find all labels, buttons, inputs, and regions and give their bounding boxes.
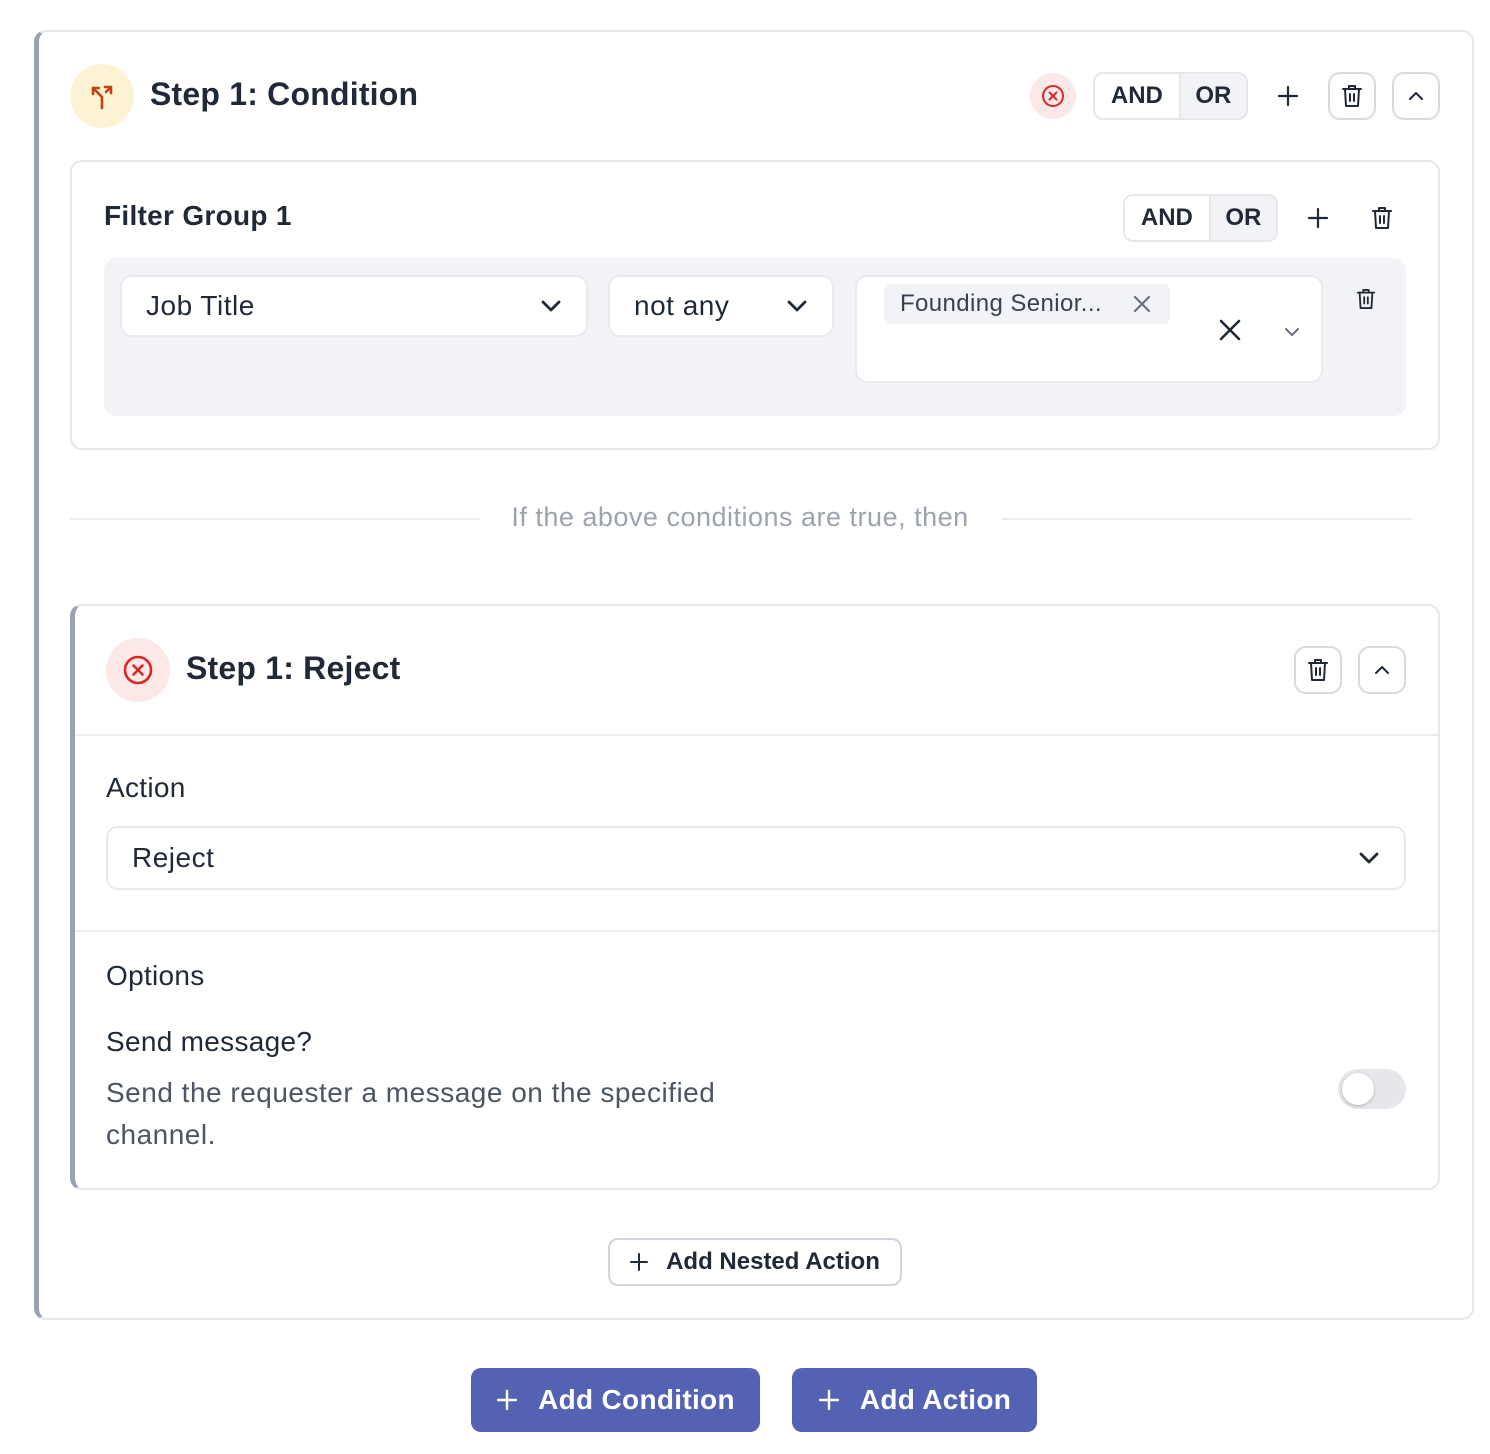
operator-select[interactable]: not any	[608, 275, 834, 337]
field-select-value: Job Title	[146, 290, 255, 321]
send-message-label: Send message?	[106, 1026, 313, 1057]
options-divider	[75, 930, 1438, 932]
values-dropdown-toggle[interactable]	[1272, 312, 1312, 352]
value-tag: Founding Senior...	[884, 284, 1170, 324]
filter-and-button[interactable]: AND	[1125, 196, 1211, 240]
action-select-value: Reject	[132, 842, 215, 873]
plus-icon	[630, 1253, 649, 1271]
trash-icon	[1356, 288, 1376, 309]
then-divider-text: If the above conditions are true, then	[511, 502, 969, 532]
value-tag-label: Founding Senior...	[900, 290, 1103, 317]
add-condition-button[interactable]: Add Condition	[471, 1368, 760, 1432]
filter-or-button[interactable]: OR	[1210, 196, 1276, 240]
chevron-up-icon	[1409, 92, 1423, 100]
split-branch-icon	[70, 64, 134, 128]
options-label: Options	[106, 960, 205, 991]
condition-step-title: Step 1: Condition	[150, 76, 419, 112]
field-select[interactable]: Job Title	[120, 275, 588, 337]
filter-group-logic-toggle: AND OR	[1123, 194, 1278, 242]
chevron-down-icon	[1359, 852, 1379, 864]
chevron-down-icon	[1285, 328, 1299, 336]
delete-filter-row-button[interactable]	[1346, 279, 1386, 319]
delete-condition-button[interactable]	[1328, 72, 1376, 120]
chevron-down-icon	[787, 300, 807, 312]
delete-filter-group-button[interactable]	[1362, 198, 1402, 238]
add-nested-action-label: Add Nested Action	[666, 1248, 880, 1275]
action-label: Action	[106, 772, 186, 803]
remove-tag-icon[interactable]	[1132, 294, 1152, 314]
plus-icon	[818, 1389, 840, 1411]
trash-icon	[1372, 207, 1392, 229]
action-select[interactable]: Reject	[106, 826, 1406, 890]
condition-or-button[interactable]: OR	[1180, 74, 1246, 118]
add-condition-label: Add Condition	[538, 1384, 735, 1415]
toggle-knob	[1342, 1073, 1374, 1105]
delete-reject-step-button[interactable]	[1294, 646, 1342, 694]
send-message-toggle[interactable]	[1338, 1069, 1406, 1109]
plus-icon	[1307, 207, 1329, 229]
divider-line-left	[70, 518, 480, 520]
add-nested-action-button[interactable]: Add Nested Action	[608, 1238, 902, 1286]
divider-line-right	[1002, 518, 1412, 520]
collapse-condition-button[interactable]	[1392, 72, 1440, 120]
clear-values-button[interactable]	[1210, 310, 1250, 350]
chevron-up-icon	[1375, 666, 1389, 674]
add-action-label: Add Action	[859, 1384, 1012, 1415]
close-icon	[1219, 319, 1241, 341]
collapse-reject-step-button[interactable]	[1358, 646, 1406, 694]
chevron-down-icon	[541, 300, 561, 312]
reject-icon	[106, 638, 170, 702]
add-filter-button[interactable]	[1298, 198, 1338, 238]
filter-group-title: Filter Group 1	[104, 200, 292, 231]
trash-icon	[1342, 85, 1362, 107]
add-action-button[interactable]: Add Action	[792, 1368, 1037, 1432]
trash-icon	[1308, 659, 1328, 681]
reject-header-divider	[75, 734, 1438, 736]
condition-and-button[interactable]: AND	[1095, 74, 1181, 118]
reject-step-title: Step 1: Reject	[186, 650, 401, 686]
add-filter-group-button[interactable]	[1268, 76, 1308, 116]
error-status-icon	[1030, 73, 1076, 119]
send-message-description: Send the requester a message on the spec…	[106, 1077, 716, 1150]
plus-icon	[496, 1389, 518, 1411]
condition-logic-toggle: AND OR	[1093, 72, 1248, 120]
operator-select-value: not any	[634, 290, 730, 321]
plus-icon	[1277, 85, 1299, 107]
